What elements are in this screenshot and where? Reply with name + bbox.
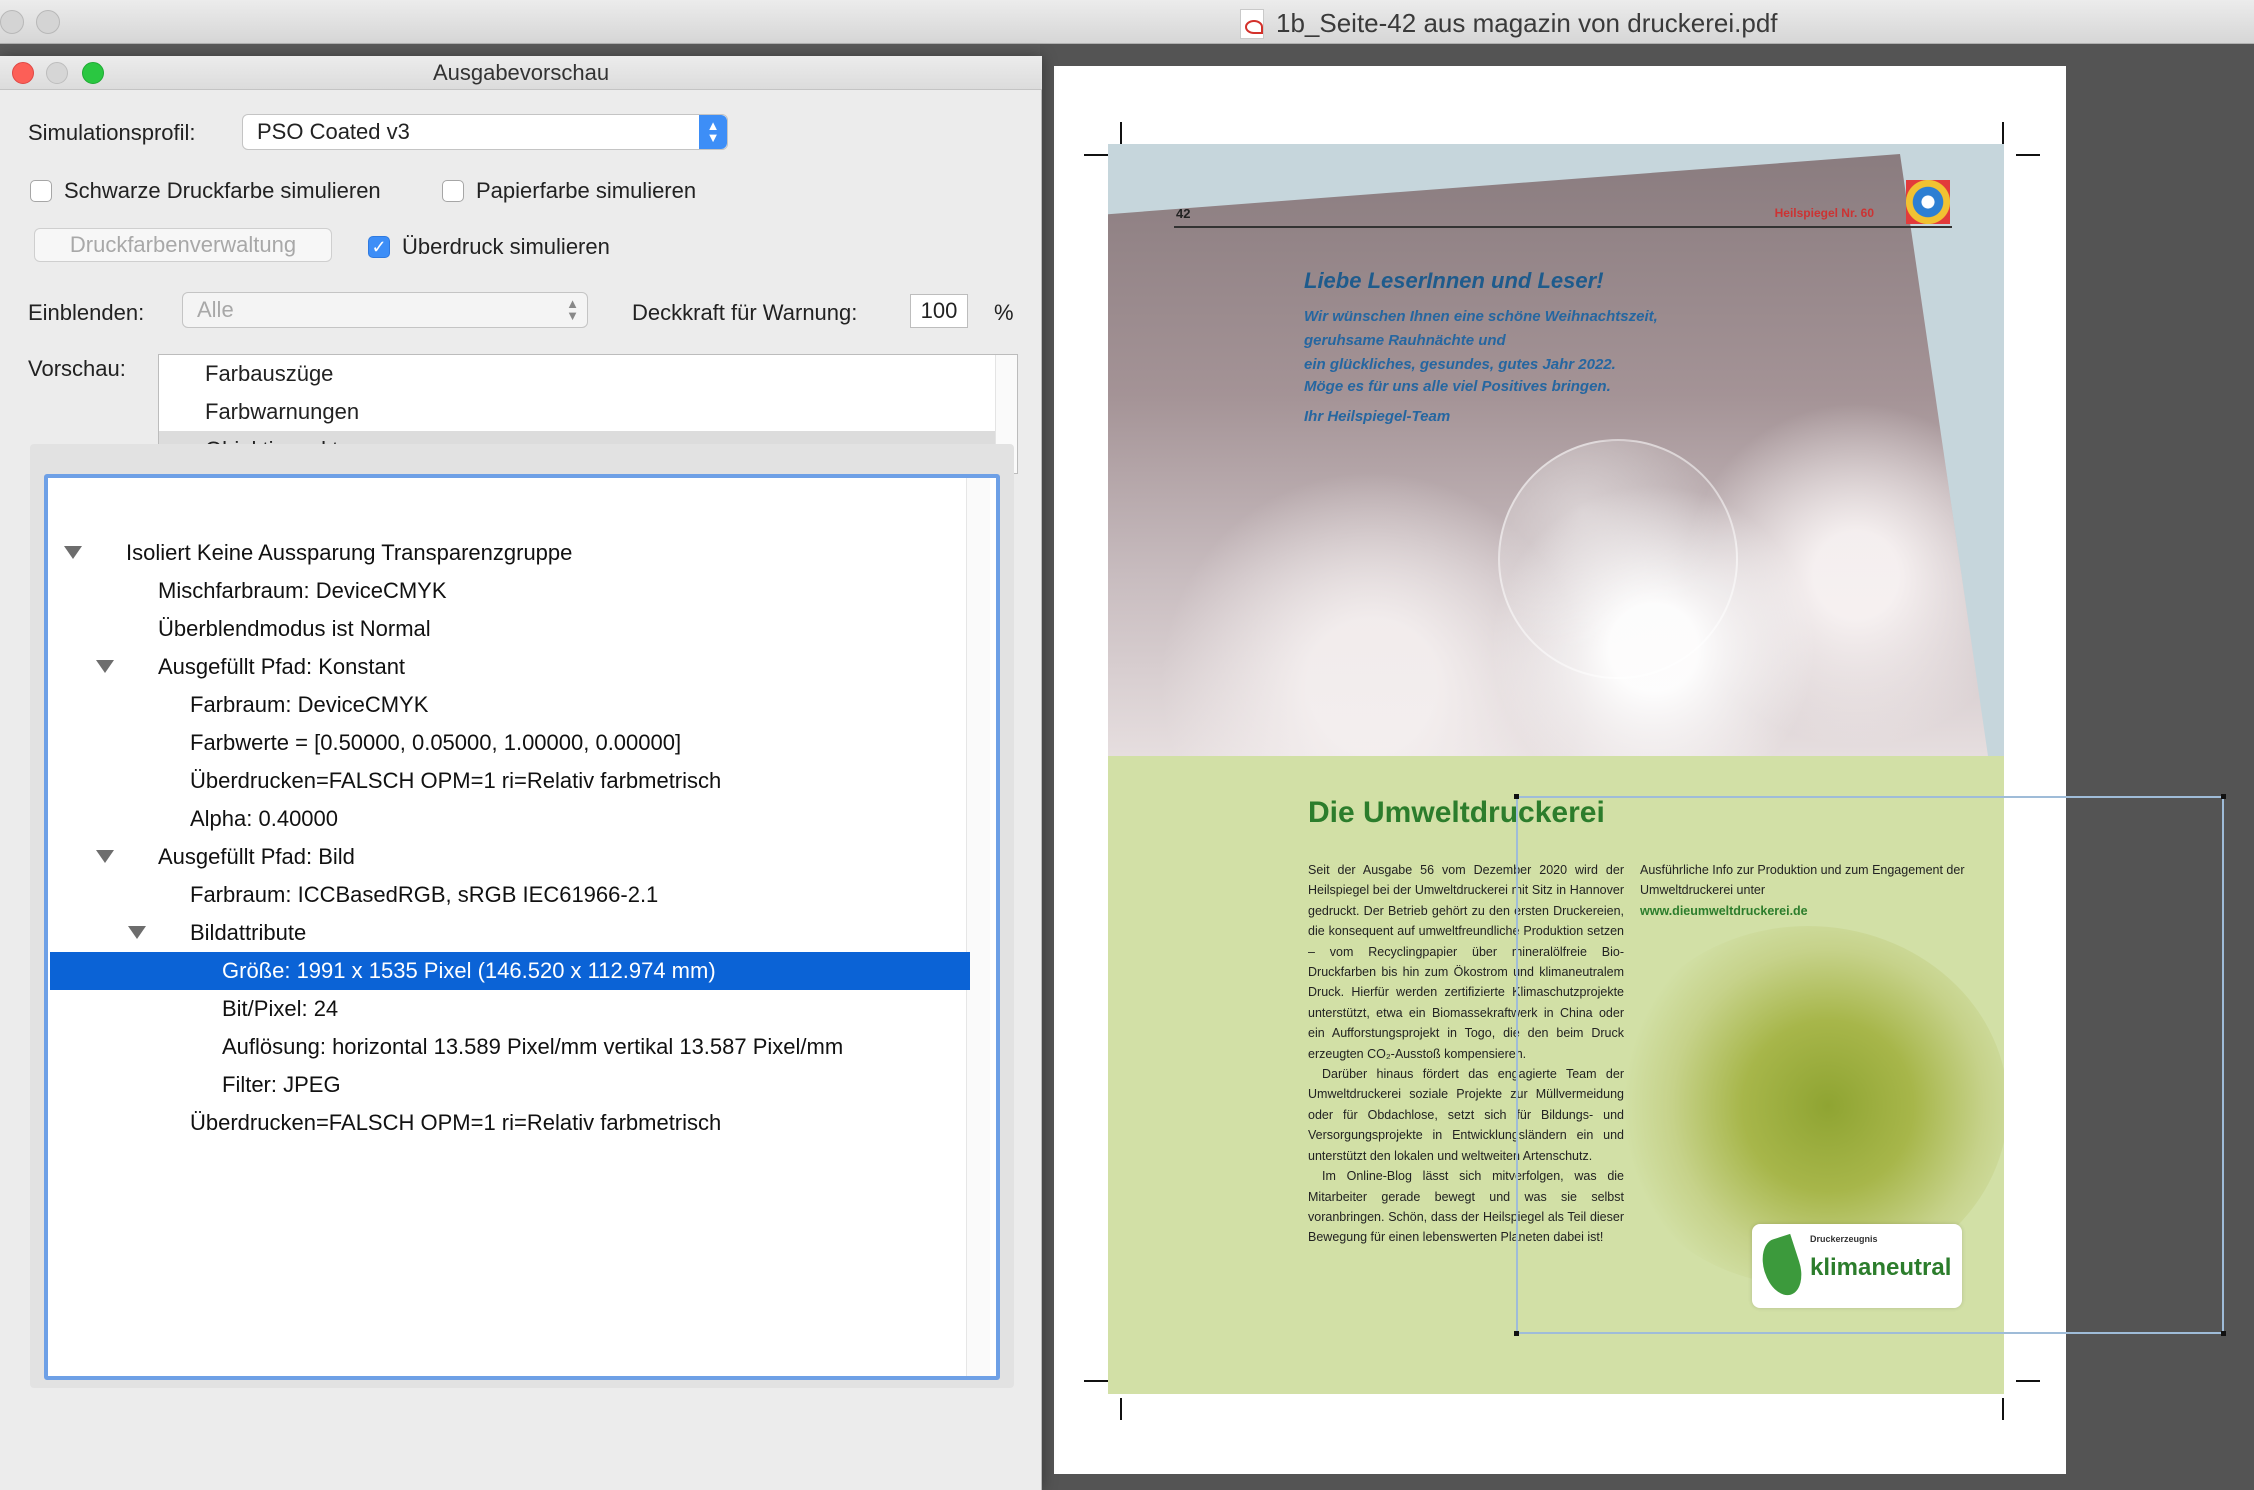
main-titlebar: 1b_Seite-42 aus magazin von druckerei.pd… bbox=[0, 0, 2254, 44]
tree-row[interactable]: Überblendmodus ist Normal bbox=[50, 610, 970, 648]
selection-handle[interactable] bbox=[1514, 1331, 1519, 1336]
simulate-paper-checkbox[interactable] bbox=[442, 180, 464, 202]
close-window-button[interactable] bbox=[0, 10, 24, 34]
ink-manager-button[interactable]: Druckfarbenverwaltung bbox=[34, 228, 332, 262]
show-select[interactable]: Alle ▲ ▼ bbox=[182, 292, 588, 328]
window-title-text: 1b_Seite-42 aus magazin von druckerei.pd… bbox=[1276, 8, 1778, 38]
crop-mark bbox=[1084, 1380, 1108, 1382]
dialog-title: Ausgabevorschau bbox=[432, 60, 610, 85]
header-area: 42 Heilspiegel Nr. 60 Liebe LeserInnen u… bbox=[1108, 144, 2004, 756]
simulate-paper-label: Papierfarbe simulieren bbox=[476, 178, 697, 203]
tree-row[interactable]: Bit/Pixel: 24 bbox=[50, 990, 970, 1028]
tree-row[interactable]: Überdrucken=FALSCH OPM=1 ri=Relativ farb… bbox=[50, 762, 970, 800]
simulation-profile-value: PSO Coated v3 bbox=[257, 119, 410, 144]
crop-mark bbox=[1120, 1398, 1122, 1420]
minimize-window-button[interactable] bbox=[36, 10, 60, 34]
tree-row[interactable]: Isoliert Keine Aussparung Transparenzgru… bbox=[50, 534, 970, 572]
window-title: 1b_Seite-42 aus magazin von druckerei.pd… bbox=[1240, 8, 1778, 39]
magazine-logo-icon bbox=[1906, 180, 1950, 224]
soap-bubble-image bbox=[1498, 439, 1738, 679]
simulate-black-checkbox[interactable] bbox=[30, 180, 52, 202]
tree-row[interactable]: Farbwerte = [0.50000, 0.05000, 1.00000, … bbox=[50, 724, 970, 762]
pdf-file-icon bbox=[1240, 8, 1264, 39]
crop-mark bbox=[2002, 122, 2004, 144]
tree-row[interactable]: Auflösung: horizontal 13.589 Pixel/mm ve… bbox=[50, 1028, 970, 1066]
simulation-profile-label: Simulationsprofil: bbox=[28, 120, 196, 145]
tree-row[interactable]: Farbraum: DeviceCMYK bbox=[50, 686, 970, 724]
tree-row[interactable]: Farbraum: ICCBasedRGB, sRGB IEC61966-2.1 bbox=[50, 876, 970, 914]
greeting-line: geruhsame Rauhnächte und bbox=[1304, 332, 1506, 349]
simulation-profile-select[interactable]: PSO Coated v3 ▲ ▼ bbox=[242, 114, 728, 150]
crop-mark bbox=[2016, 1380, 2040, 1382]
tree-row[interactable]: Alpha: 0.40000 bbox=[50, 800, 970, 838]
magazine-name: Heilspiegel Nr. 60 bbox=[1774, 206, 1874, 220]
preview-option-color-warnings[interactable]: Farbwarnungen bbox=[159, 393, 995, 431]
selection-handle[interactable] bbox=[2221, 1331, 2226, 1336]
show-value: Alle bbox=[197, 297, 234, 322]
tree-row[interactable]: Ausgefüllt Pfad: Bild bbox=[50, 838, 970, 876]
page-number: 42 bbox=[1176, 206, 1191, 221]
warning-opacity-unit: % bbox=[994, 300, 1014, 325]
tree-row[interactable]: Mischfarbraum: DeviceCMYK bbox=[50, 572, 970, 610]
warning-opacity-label: Deckkraft für Warnung: bbox=[632, 300, 858, 325]
crop-mark bbox=[2002, 1398, 2004, 1420]
tree-row[interactable]: Bildattribute bbox=[50, 914, 970, 952]
tree-row[interactable]: Filter: JPEG bbox=[50, 1066, 970, 1104]
select-arrows-icon: ▲ ▼ bbox=[699, 115, 727, 149]
object-selection-frame[interactable] bbox=[1516, 796, 2224, 1334]
simulate-overprint-label: Überdruck simulieren bbox=[402, 234, 610, 259]
greeting-line: Möge es für uns alle viel Positives brin… bbox=[1304, 378, 1611, 395]
show-label: Einblenden: bbox=[28, 300, 145, 325]
crop-mark bbox=[1120, 122, 1122, 144]
header-rule bbox=[1174, 226, 1952, 228]
simulate-black-label: Schwarze Druckfarbe simulieren bbox=[64, 178, 381, 203]
dialog-titlebar[interactable]: Ausgabevorschau bbox=[0, 56, 1042, 90]
selection-handle[interactable] bbox=[1514, 794, 1519, 799]
simulate-overprint-checkbox[interactable]: ✓ bbox=[368, 236, 390, 258]
tree-row[interactable]: Ausgefüllt Pfad: Konstant bbox=[50, 648, 970, 686]
select-arrows-icon: ▲ ▼ bbox=[566, 296, 579, 323]
greeting-heading: Liebe LeserInnen und Leser! bbox=[1304, 268, 1604, 293]
tree-row-selected[interactable]: Größe: 1991 x 1535 Pixel (146.520 x 112.… bbox=[50, 952, 970, 990]
warning-opacity-input[interactable]: 100 bbox=[910, 294, 968, 328]
greeting-line: ein glückliches, gesundes, gutes Jahr 20… bbox=[1304, 356, 1616, 373]
preview-option-separations[interactable]: Farbauszüge bbox=[159, 355, 995, 393]
checkmark-icon: ✓ bbox=[371, 236, 387, 257]
crop-mark bbox=[1084, 154, 1108, 156]
crop-mark bbox=[2016, 154, 2040, 156]
selection-handle[interactable] bbox=[2221, 794, 2226, 799]
snow-photo bbox=[1108, 154, 1988, 756]
preview-label: Vorschau: bbox=[28, 356, 126, 381]
greeting-signature: Ihr Heilspiegel-Team bbox=[1304, 408, 1451, 425]
tree-row[interactable]: Überdrucken=FALSCH OPM=1 ri=Relativ farb… bbox=[50, 1104, 970, 1142]
greeting-line: Wir wünschen Ihnen eine schöne Weihnacht… bbox=[1304, 308, 1658, 325]
